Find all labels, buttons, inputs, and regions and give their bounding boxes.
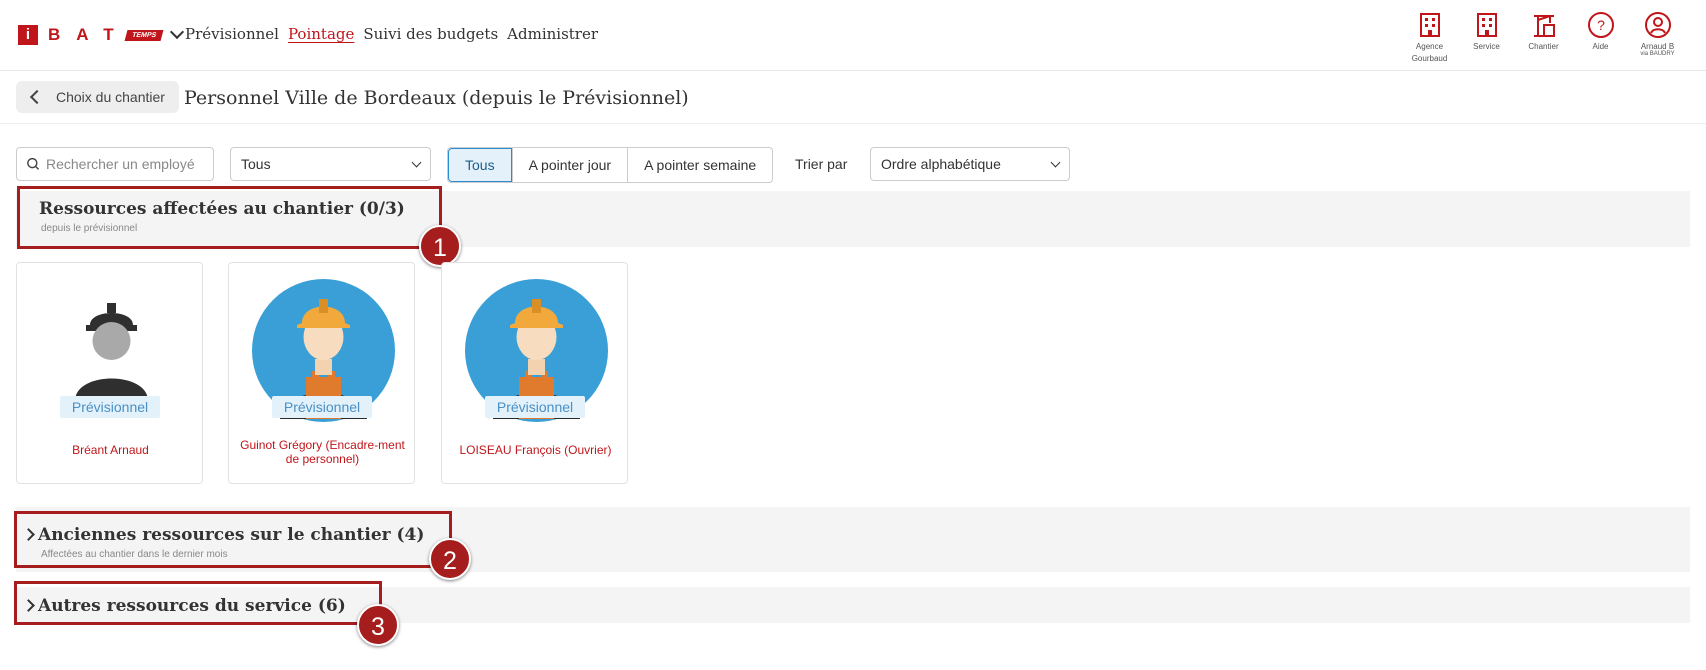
back-button-label: Choix du chantier <box>56 89 165 105</box>
chevron-down-icon <box>1050 157 1061 167</box>
status-badge: Prévisionnel <box>485 396 585 418</box>
chevron-down-icon[interactable] <box>169 24 184 40</box>
logo-bat: BAT <box>48 25 130 44</box>
group-select-value: Tous <box>241 156 271 172</box>
annotation-marker-1: 1 <box>419 225 461 267</box>
nav-pointage[interactable]: Pointage <box>288 25 354 43</box>
nav-previsionnel[interactable]: Prévisionnel <box>185 25 279 43</box>
filter-tabs: Tous A pointer jour A pointer semaine <box>447 147 774 183</box>
nav-administrer[interactable]: Administrer <box>507 25 598 43</box>
tool-aide[interactable]: ? Aide <box>1572 11 1629 63</box>
crane-icon <box>1533 15 1555 37</box>
tool-aide-label: Aide <box>1592 42 1609 51</box>
tool-service[interactable]: Service <box>1458 11 1515 63</box>
employee-card[interactable]: Prévisionnel Bréant Arnaud <box>16 262 203 484</box>
chevron-left-icon <box>29 89 45 105</box>
user-circle-icon <box>1644 12 1671 38</box>
tool-service-label: Service <box>1473 42 1500 51</box>
logo-temps: TEMPS <box>124 29 164 41</box>
svg-text:?: ? <box>1597 17 1605 33</box>
tool-user-sub: via BAUDRY <box>1640 51 1675 57</box>
tool-agence-label: Agence <box>1415 42 1444 51</box>
annotation-box-2 <box>14 511 452 568</box>
sort-select[interactable]: Ordre alphabétique <box>870 147 1070 181</box>
tool-agence[interactable]: Agence Gourbaud <box>1401 11 1458 63</box>
app-logo[interactable]: i BAT TEMPS <box>18 24 184 45</box>
tab-a-pointer-semaine[interactable]: A pointer semaine <box>627 148 772 182</box>
sort-label: Trier par <box>795 156 848 172</box>
group-select[interactable]: Tous <box>230 147 431 181</box>
search-icon <box>27 157 40 170</box>
tool-user-label: Arnaud B <box>1640 42 1675 51</box>
nav-suivi-budgets[interactable]: Suivi des budgets <box>363 25 498 43</box>
page-title: Personnel Ville de Bordeaux (depuis le P… <box>184 87 689 109</box>
annotation-box-1 <box>17 186 442 249</box>
sort-select-value: Ordre alphabétique <box>881 156 1001 172</box>
chevron-down-icon <box>411 157 422 167</box>
employee-card[interactable]: Prévisionnel LOISEAU François (Ouvrier) <box>441 262 628 484</box>
building-icon <box>1419 13 1440 37</box>
tab-a-pointer-jour[interactable]: A pointer jour <box>511 148 628 182</box>
breadcrumb: Choix du chantier Personnel Ville de Bor… <box>0 70 1706 124</box>
tab-tous[interactable]: Tous <box>448 148 512 182</box>
tool-chantier[interactable]: Chantier <box>1515 11 1572 63</box>
search-field[interactable] <box>16 147 214 181</box>
status-badge: Prévisionnel <box>60 396 160 418</box>
main-nav: Prévisionnel Pointage Suivi des budgets … <box>185 25 598 43</box>
back-to-site-choice-button[interactable]: Choix du chantier <box>16 81 179 113</box>
status-badge: Prévisionnel <box>272 396 372 418</box>
employee-card[interactable]: Prévisionnel Guinot Grégory (Encadre-men… <box>228 262 415 484</box>
employee-name[interactable]: Bréant Arnaud <box>27 443 194 457</box>
logo-i: i <box>18 25 38 45</box>
tool-user[interactable]: Arnaud B via BAUDRY <box>1629 11 1686 63</box>
employee-name[interactable]: Guinot Grégory (Encadre-ment de personne… <box>239 438 406 466</box>
annotation-box-3 <box>14 581 382 625</box>
top-bar: i BAT TEMPS Prévisionnel Pointage Suivi … <box>0 0 1706 71</box>
annotation-marker-3: 3 <box>357 604 399 646</box>
tool-chantier-label: Chantier <box>1528 42 1559 51</box>
annotation-marker-2: 2 <box>429 538 471 580</box>
toolbar-right: Agence Gourbaud Service Chantier ? Aide … <box>1401 11 1686 63</box>
building-icon <box>1476 13 1497 37</box>
help-icon: ? <box>1587 12 1614 38</box>
search-input[interactable] <box>44 155 213 173</box>
employee-name[interactable]: LOISEAU François (Ouvrier) <box>452 443 619 457</box>
tool-agence-sub: Gourbaud <box>1411 54 1448 63</box>
